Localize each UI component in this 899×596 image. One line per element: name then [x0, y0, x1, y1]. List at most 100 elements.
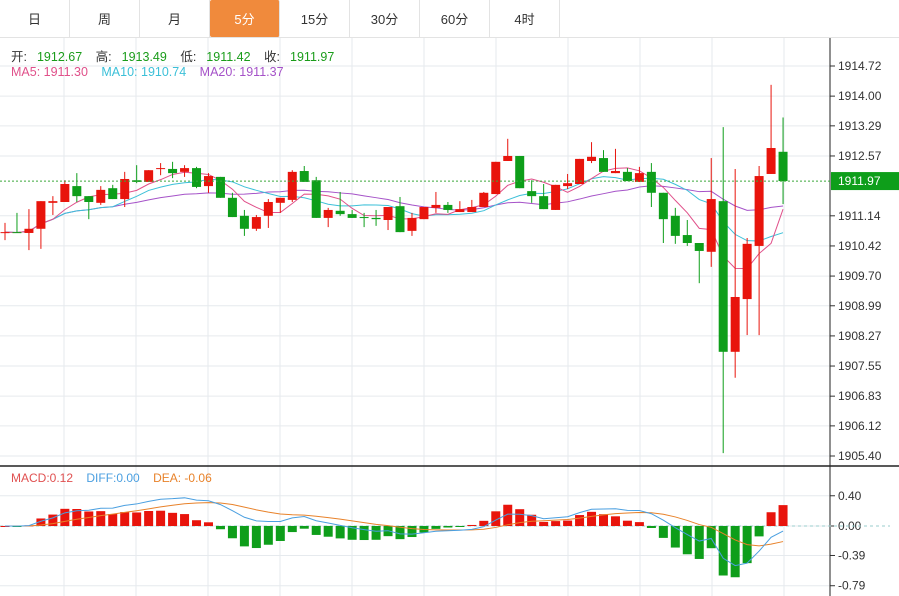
candle-body	[239, 215, 249, 229]
macd-bar	[215, 526, 225, 530]
macd-bar	[275, 526, 285, 541]
candle-body	[694, 243, 704, 251]
high-value: 1913.49	[121, 50, 167, 64]
candle-body	[383, 207, 393, 220]
macd-bar	[371, 526, 381, 540]
macd-bar	[658, 526, 668, 538]
price-tick-label: 1908.27	[838, 329, 882, 343]
low-label: 低:	[180, 50, 197, 64]
macd-bar	[443, 526, 453, 528]
candle-body	[287, 171, 297, 200]
macd-bar	[610, 516, 620, 526]
macd-bar	[239, 526, 249, 547]
macd-bar	[299, 526, 309, 529]
macd-bar	[251, 526, 261, 549]
macd-tick-label: 0.40	[838, 489, 862, 503]
price-tick-label: 1912.57	[838, 149, 882, 163]
candle-body	[646, 171, 656, 193]
price-tick-label: 1908.99	[838, 299, 882, 313]
candle-body	[599, 158, 608, 172]
candle-body	[395, 206, 405, 233]
candle-body	[359, 217, 369, 219]
candle-body	[587, 156, 597, 161]
candle-body	[575, 158, 585, 185]
candle-body	[742, 243, 752, 300]
macd-bar	[599, 514, 608, 526]
price-tick-label: 1914.00	[838, 89, 882, 103]
candle-body	[84, 196, 94, 202]
candle-body	[539, 196, 549, 210]
candle-body	[60, 184, 70, 202]
macd-bar	[551, 521, 561, 526]
candle-body	[658, 192, 668, 220]
candle-body	[443, 204, 453, 210]
macd-bar	[108, 514, 118, 526]
candle-body	[215, 176, 225, 198]
candle-body	[622, 171, 632, 182]
macd-bar	[539, 521, 549, 526]
macd-bar	[287, 526, 297, 533]
high-label: 高:	[95, 50, 112, 64]
candle-body	[706, 199, 716, 252]
macd-bar	[144, 511, 154, 526]
macd-bar	[120, 512, 130, 526]
open-label: 开:	[11, 50, 27, 64]
candle-body	[180, 168, 190, 172]
macd-bar	[622, 520, 632, 526]
candle-body	[407, 217, 417, 231]
ohlc-info: 开: 1912.67 高: 1913.49 低: 1911.42 收: 1911.97	[11, 46, 344, 65]
macd-value: MACD:0.12	[11, 471, 74, 485]
macd-bar	[694, 526, 704, 559]
macd-info: MACD:0.12 DIFF:0.00 DEA: -0.06	[11, 471, 222, 485]
macd-bar	[263, 526, 273, 545]
macd-bar	[467, 524, 477, 526]
macd-bar	[192, 520, 202, 526]
candle-body	[72, 186, 82, 197]
macd-bar	[431, 526, 441, 529]
macd-bar	[84, 511, 94, 526]
macd-bar	[156, 510, 166, 526]
candle-body	[192, 168, 202, 187]
candlestick-chart: 1914.72 1914.00 1913.29 1912.57 1911.14 1910.…	[0, 38, 899, 596]
candle-body	[730, 296, 740, 352]
price-tick-label: 1906.12	[838, 419, 882, 433]
dea-value: DEA: -0.06	[153, 471, 212, 485]
close-value: 1911.97	[290, 50, 335, 64]
price-tick-label: 1906.83	[838, 389, 882, 403]
macd-tick-label: -0.39	[838, 548, 866, 562]
macd-bar	[634, 522, 644, 526]
candle-body	[371, 217, 381, 220]
candle-body	[527, 191, 537, 197]
candle-body	[36, 201, 46, 229]
macd-bar	[335, 526, 345, 539]
price-tick-label: 1913.29	[838, 119, 882, 133]
candle-body	[227, 197, 237, 218]
price-tick-label: 1910.42	[838, 239, 882, 253]
macd-bar	[754, 526, 764, 537]
macd-bar	[168, 512, 178, 526]
candle-body	[263, 201, 273, 216]
macd-bar	[587, 511, 597, 526]
price-tick-label: 1905.40	[838, 449, 882, 463]
candle-body	[670, 215, 680, 236]
candle-body	[311, 180, 321, 218]
ma5-value: MA5: 1911.30	[11, 65, 88, 79]
macd-bar	[646, 526, 656, 528]
candle-body	[682, 235, 692, 244]
price-tick-label: 1914.72	[838, 59, 882, 73]
candle-body	[718, 201, 728, 352]
candle-body	[515, 155, 525, 189]
candle-body	[251, 217, 261, 229]
macd-bar	[60, 508, 70, 526]
candle-body	[0, 232, 10, 234]
low-value: 1911.42	[206, 50, 251, 64]
candle-body	[491, 161, 501, 195]
candle-body	[347, 214, 357, 218]
macd-bar	[766, 512, 776, 526]
candle-body	[479, 192, 489, 208]
macd-bar	[359, 526, 369, 541]
macd-bar	[96, 511, 106, 526]
candle-body	[503, 155, 513, 161]
macd-bar	[778, 505, 788, 526]
candle-body	[275, 197, 285, 203]
